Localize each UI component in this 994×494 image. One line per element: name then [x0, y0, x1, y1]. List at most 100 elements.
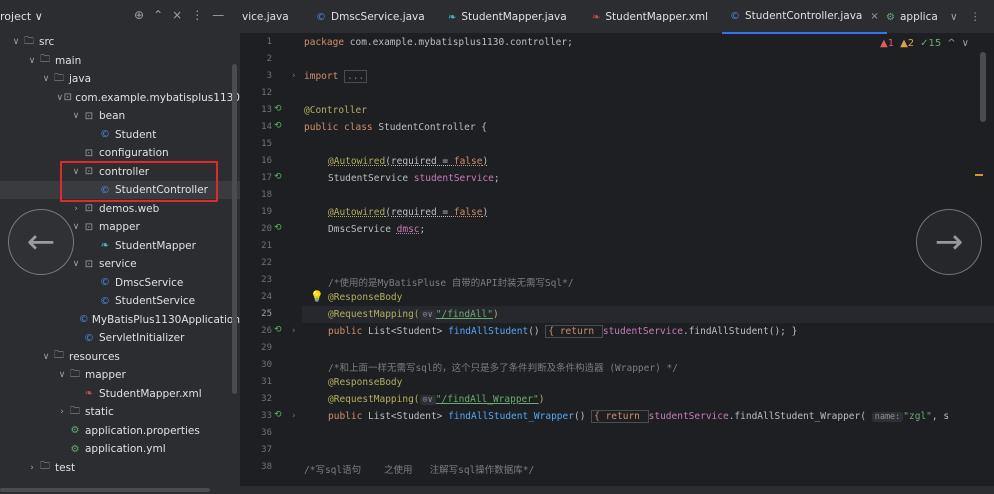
chevron-down-icon[interactable]: ∨ — [10, 37, 22, 47]
line-number: 38 — [261, 462, 272, 472]
chevron-right-icon[interactable]: › — [56, 407, 68, 417]
line-number: 19 — [261, 207, 272, 217]
tab-studentcontroller[interactable]: © StudentController.java × — [722, 0, 887, 34]
tree-item-label: bean — [99, 110, 126, 122]
tab-application-properties[interactable]: ⚙ applica — [886, 0, 938, 34]
annotation-highlight-box — [60, 161, 218, 202]
line-number: 23 — [261, 275, 272, 285]
tree-item[interactable]: © DmscService — [0, 274, 240, 292]
code-line: @Autowired(required = false) — [328, 156, 489, 167]
tree-item[interactable]: ❧ StudentMapper.xml — [0, 385, 240, 403]
more-icon: ⋮ — [970, 11, 981, 23]
tree-item-label: MyBatisPlus1130Application — [91, 313, 240, 326]
tree-item[interactable]: ⚙ application.properties — [0, 422, 240, 440]
chevron-down-icon[interactable]: ∨ — [962, 38, 969, 49]
warning-stripe-marker[interactable] — [975, 174, 983, 176]
locate-icon[interactable]: ⊕ — [134, 8, 144, 22]
tree-item[interactable]: ∨ ⊡ bean — [0, 107, 240, 125]
endpoint-hint[interactable]: ⊙∨ — [419, 310, 436, 320]
autowired-icon[interactable]: ⟲ — [274, 172, 282, 182]
warning-count[interactable]: ▲2 — [900, 38, 914, 49]
tree-item[interactable]: ⚙ application.yml — [0, 440, 240, 458]
tab-studentservice[interactable]: vice.java — [242, 0, 289, 34]
tab-overflow-button[interactable]: ∨ — [950, 0, 958, 34]
fold-expand-icon[interactable]: › — [292, 326, 296, 336]
fold-expand-icon[interactable]: › — [292, 411, 296, 421]
tab-dmscservice[interactable]: © DmscService.java — [316, 0, 425, 34]
tree-item[interactable]: © MyBatisPlus1130Application — [0, 311, 240, 329]
code-line: @Autowired(required = false) — [328, 207, 489, 218]
tab-label: StudentMapper.xml — [605, 11, 709, 23]
collapse-all-icon[interactable]: × — [172, 8, 182, 22]
tab-studentmapper-java[interactable]: ❧ StudentMapper.java — [448, 0, 567, 34]
project-scrollbar[interactable] — [232, 64, 237, 394]
package-icon: ⊡ — [84, 203, 94, 214]
autowired-icon[interactable]: ⟲ — [274, 223, 282, 233]
line-number: 18 — [261, 190, 272, 200]
error-count[interactable]: ▲1 — [880, 38, 894, 49]
line-number: 12 — [261, 88, 272, 98]
close-icon[interactable]: × — [870, 11, 878, 22]
spring-bean-icon[interactable]: ⟲ — [274, 121, 282, 131]
fold-expand-icon[interactable]: › — [292, 71, 296, 81]
nav-back-button[interactable]: ← — [8, 209, 74, 275]
tab-menu-button[interactable]: ⋮ — [970, 0, 981, 34]
tree-item[interactable]: ∨ 🗀 mapper — [0, 366, 240, 384]
chevron-down-icon[interactable]: ∨ — [56, 93, 63, 103]
folder-icon: 🗀 — [40, 54, 50, 65]
package-icon: ⊡ — [84, 147, 94, 159]
tree-item[interactable]: © Student — [0, 126, 240, 144]
tab-studentmapper-xml[interactable]: ❧ StudentMapper.xml — [592, 0, 708, 34]
chevron-right-icon[interactable]: › — [26, 463, 38, 473]
chevron-down-icon[interactable]: ∨ — [40, 74, 52, 84]
chevron-up-icon[interactable]: ^ — [947, 38, 955, 49]
endpoint-icon[interactable]: ⟲ — [274, 325, 282, 335]
line-number: 30 — [261, 360, 272, 370]
tree-item-label: main — [55, 54, 82, 67]
code-editor[interactable]: 1 2 3 › 12 13 ⟲ 14 ⟲ 15 16 17 ⟲ 18 19 20… — [240, 34, 994, 494]
tree-item[interactable]: ⊡ configuration — [0, 144, 240, 162]
tree-item-label: application.properties — [85, 424, 200, 437]
inspection-widget[interactable]: ▲1 ▲2 ✓15 ^ ∨ — [880, 38, 969, 49]
chevron-down-icon[interactable]: ∨ — [70, 259, 82, 269]
line-number: 24 — [261, 292, 272, 302]
chevron-down-icon[interactable]: ∨ — [26, 56, 38, 66]
tree-item[interactable]: © ServletInitializer — [0, 329, 240, 347]
tree-item[interactable]: ∨ 🗀 java — [0, 70, 240, 88]
tree-item[interactable]: © StudentService — [0, 292, 240, 310]
spring-bean-icon[interactable]: ⟲ — [274, 104, 282, 114]
chevron-down-icon[interactable]: ∨ — [56, 370, 68, 380]
expand-collapse-icon[interactable]: ⌃ — [153, 8, 163, 22]
param-hint: name: — [871, 412, 904, 422]
line-number: 3 — [266, 71, 272, 81]
chevron-right-icon[interactable]: › — [70, 204, 82, 214]
project-title-dropdown[interactable]: roject ∨ — [0, 10, 43, 23]
check-count[interactable]: ✓15 — [920, 38, 941, 49]
package-icon: ⊡ — [84, 110, 94, 122]
line-gutter: 1 2 3 › 12 13 ⟲ 14 ⟲ 15 16 17 ⟲ 18 19 20… — [240, 34, 302, 494]
lightbulb-icon[interactable]: 💡 — [310, 290, 324, 303]
tree-item[interactable]: ∨ ⊡ com.example.mybatisplus1130 — [0, 89, 240, 107]
folded-imports[interactable]: ... — [344, 70, 368, 83]
code-line: public List<Student> findAllStudent_Wrap… — [328, 410, 950, 423]
endpoint-hint[interactable]: ⊙∨ — [419, 395, 436, 405]
spring-class-icon: © — [78, 314, 89, 325]
endpoint-icon[interactable]: ⟲ — [274, 410, 282, 420]
tree-item[interactable]: ∨ 🗀 resources — [0, 348, 240, 366]
tree-item[interactable]: › 🗀 static — [0, 403, 240, 421]
options-icon[interactable]: ⋮ — [191, 8, 203, 22]
hide-icon[interactable]: — — [212, 8, 224, 22]
code-line: package com.example.mybatisplus1130.cont… — [304, 37, 573, 48]
code-comment: /*写sql语句 之使用 注解写sql操作数据库*/ — [304, 465, 535, 476]
editor-scrollbar[interactable] — [980, 52, 986, 122]
chevron-down-icon[interactable]: ∨ — [40, 352, 52, 362]
tree-item[interactable]: ∨ 🗀 src — [0, 33, 240, 51]
line-number: 22 — [261, 258, 272, 268]
horizontal-scrollbar-thumb[interactable] — [0, 488, 210, 492]
properties-icon: ⚙ — [70, 425, 80, 436]
chevron-down-icon[interactable]: ∨ — [70, 111, 82, 121]
tree-item[interactable]: › 🗀 test — [0, 459, 240, 477]
tree-item[interactable]: ∨ 🗀 main — [0, 52, 240, 70]
class-icon: © — [100, 295, 110, 307]
nav-forward-button[interactable]: → — [916, 209, 982, 275]
